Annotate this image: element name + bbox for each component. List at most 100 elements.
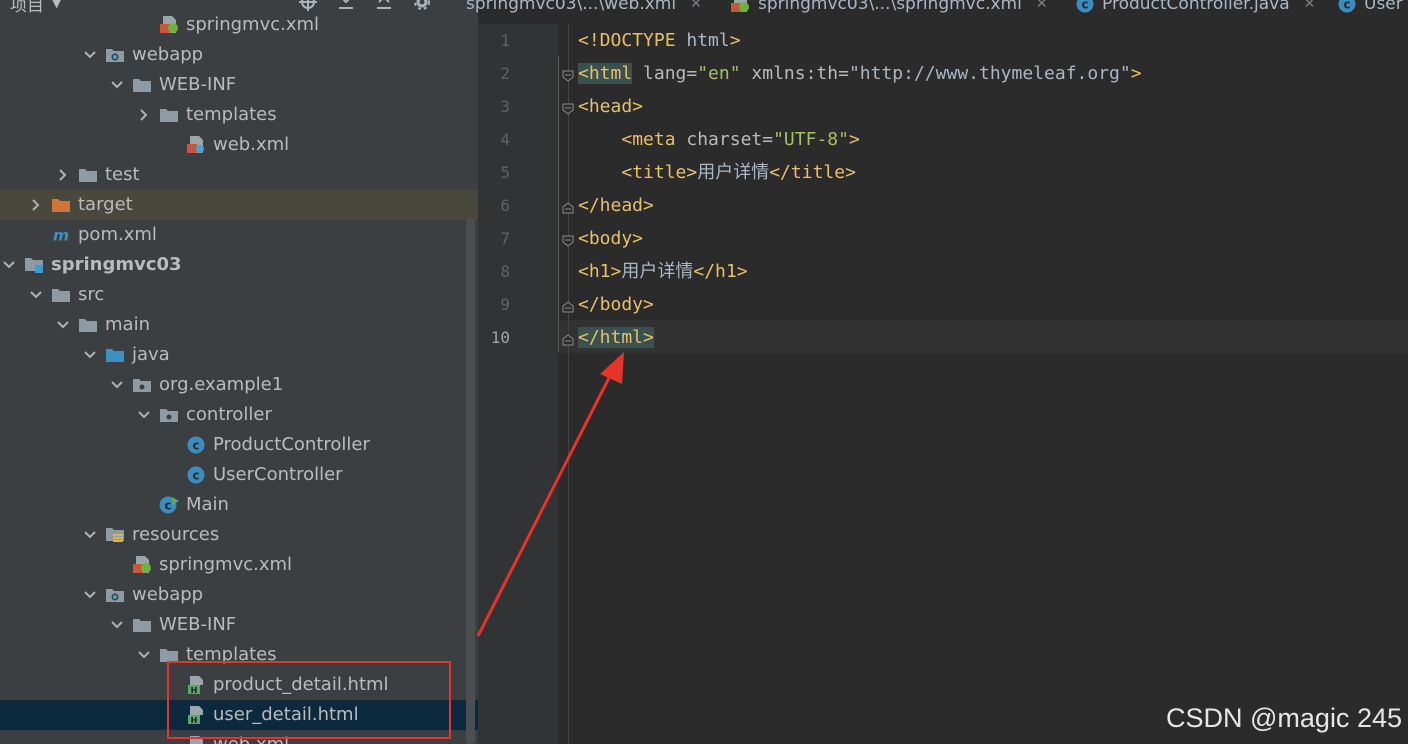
editor-tab[interactable]: springmvc03\...\web.xml ✕ xyxy=(466,0,702,16)
tree-item[interactable]: WEB-INF xyxy=(0,70,466,100)
folder-icon xyxy=(159,646,179,664)
tree-item[interactable]: web.xml xyxy=(0,130,466,160)
tree-item[interactable]: templates xyxy=(0,100,466,130)
editor-tab-label: springmvc03\...\web.xml xyxy=(466,0,677,14)
tree-item-label: springmvc.xml xyxy=(159,554,293,575)
chevron-down-icon[interactable] xyxy=(83,348,97,362)
tree-item-label: web.xml xyxy=(213,134,290,155)
web-folder-icon xyxy=(105,46,125,64)
tree-item[interactable]: org.example1 xyxy=(0,370,466,400)
tree-item[interactable]: Hproduct_detail.html xyxy=(0,670,466,700)
tree-item[interactable]: webapp xyxy=(0,580,466,610)
fold-icon[interactable] xyxy=(562,199,574,214)
tree-item[interactable]: web.xml xyxy=(0,730,466,744)
close-icon[interactable]: ✕ xyxy=(690,0,702,12)
tree-item[interactable]: c UserController xyxy=(0,460,466,490)
code-line[interactable]: </body> xyxy=(578,288,654,321)
chevron-right-icon[interactable] xyxy=(29,198,43,212)
chevron-down-icon[interactable] xyxy=(83,528,97,542)
tree-item[interactable]: main xyxy=(0,310,466,340)
tree-item-label: controller xyxy=(186,404,272,425)
tree-item-label: user_detail.html xyxy=(213,704,359,725)
chevron-right-icon[interactable] xyxy=(56,168,70,182)
close-icon[interactable]: ✕ xyxy=(1304,0,1316,12)
chevron-down-icon[interactable] xyxy=(83,588,97,602)
folder-icon xyxy=(51,286,71,304)
code-line[interactable]: </head> xyxy=(578,189,654,222)
change-marker xyxy=(558,56,559,352)
editor-tabs: springmvc03\...\web.xml ✕ springmvc03\...\… xyxy=(466,0,1408,16)
tree-item[interactable]: m pom.xml xyxy=(0,220,466,250)
close-icon[interactable]: ✕ xyxy=(1036,0,1048,12)
code-token: > xyxy=(729,30,741,51)
code-editor[interactable]: springmvc03\...\web.xml ✕ springmvc03\...\… xyxy=(466,0,1408,744)
code-line[interactable]: <h1>用户详情</h1> xyxy=(578,255,748,288)
tree-item[interactable]: springmvc.xml xyxy=(0,550,466,580)
chevron-down-icon[interactable] xyxy=(110,78,124,92)
chevron-down-icon[interactable] xyxy=(137,408,151,422)
code-line[interactable]: <meta charset="UTF-8"> xyxy=(578,123,860,156)
tree-item-label: Main xyxy=(186,494,229,515)
chevron-down-icon[interactable] xyxy=(110,378,124,392)
code-token: "en" xyxy=(697,63,741,84)
editor-tab-label: ProductController.java xyxy=(1102,0,1290,14)
code-line[interactable]: <head> xyxy=(578,90,643,123)
svg-text:H: H xyxy=(191,686,198,695)
fold-icon[interactable] xyxy=(562,331,574,346)
excluded-folder-icon xyxy=(51,196,71,214)
tree-item-label: ProductController xyxy=(213,434,370,455)
editor-tab-label: User xyxy=(1364,0,1403,14)
editor-tab[interactable]: c User xyxy=(1338,0,1403,16)
tree-item[interactable]: c Main xyxy=(0,490,466,520)
project-panel: 项目 ▼ springmvc.xml webapp WEB-INF templates… xyxy=(0,0,478,744)
tree-item[interactable]: java xyxy=(0,340,466,370)
line-number: 5 xyxy=(500,163,510,182)
chevron-down-icon[interactable] xyxy=(56,318,70,332)
tree-item[interactable]: c ProductController xyxy=(0,430,466,460)
code-line[interactable]: <html lang="en" xmlns:th="http://www.thy… xyxy=(578,57,1142,90)
chevron-right-icon[interactable] xyxy=(137,108,151,122)
fold-icon[interactable] xyxy=(562,100,574,115)
tree-item[interactable]: controller xyxy=(0,400,466,430)
code-line[interactable]: <title>用户详情</title> xyxy=(578,156,856,189)
code-line[interactable]: <!DOCTYPE html> xyxy=(578,24,741,57)
package-icon xyxy=(159,406,179,424)
chevron-down-icon[interactable] xyxy=(110,618,124,632)
tree-item[interactable]: springmvc03 xyxy=(0,250,466,280)
tree-item[interactable]: templates xyxy=(0,640,466,670)
editor-tab[interactable]: c ProductController.java ✕ xyxy=(1076,0,1315,16)
tree-item-label: org.example1 xyxy=(159,374,284,395)
tree-item[interactable]: Huser_detail.html xyxy=(0,700,478,730)
svg-text:H: H xyxy=(191,716,198,725)
spring-xml-file-icon xyxy=(730,0,750,14)
fold-icon[interactable] xyxy=(562,232,574,247)
watermark: CSDN @magic 245 xyxy=(1166,703,1402,733)
chevron-down-icon[interactable] xyxy=(29,288,43,302)
spring-xml-file-icon xyxy=(159,16,179,34)
chevron-down-icon[interactable]: ▼ xyxy=(52,0,61,10)
code-line[interactable]: </html> xyxy=(578,321,654,354)
tree-item[interactable]: resources xyxy=(0,520,466,550)
tree-item[interactable]: target xyxy=(0,190,478,220)
tree-item[interactable]: springmvc.xml xyxy=(0,10,466,40)
html-file-icon: H xyxy=(186,706,206,725)
folder-icon xyxy=(78,316,98,334)
tree-item-label: WEB-INF xyxy=(159,614,237,635)
code-token: 用户详情 xyxy=(697,162,770,183)
code-token: > xyxy=(848,129,860,150)
code-line[interactable]: <body> xyxy=(578,222,643,255)
chevron-down-icon[interactable] xyxy=(137,648,151,662)
chevron-down-icon[interactable] xyxy=(83,48,97,62)
code-token: > xyxy=(1130,63,1142,84)
tree-item[interactable]: webapp xyxy=(0,40,466,70)
tree-item[interactable]: test xyxy=(0,160,466,190)
web-xml-file-icon xyxy=(186,736,206,744)
tree-item[interactable]: src xyxy=(0,280,466,310)
tree-item[interactable]: WEB-INF xyxy=(0,610,466,640)
fold-icon[interactable] xyxy=(562,67,574,82)
java-class-icon: c xyxy=(1338,0,1356,13)
editor-tab[interactable]: springmvc03\...\springmvc.xml ✕ xyxy=(730,0,1048,16)
chevron-down-icon[interactable] xyxy=(2,258,16,272)
fold-icon[interactable] xyxy=(562,298,574,313)
